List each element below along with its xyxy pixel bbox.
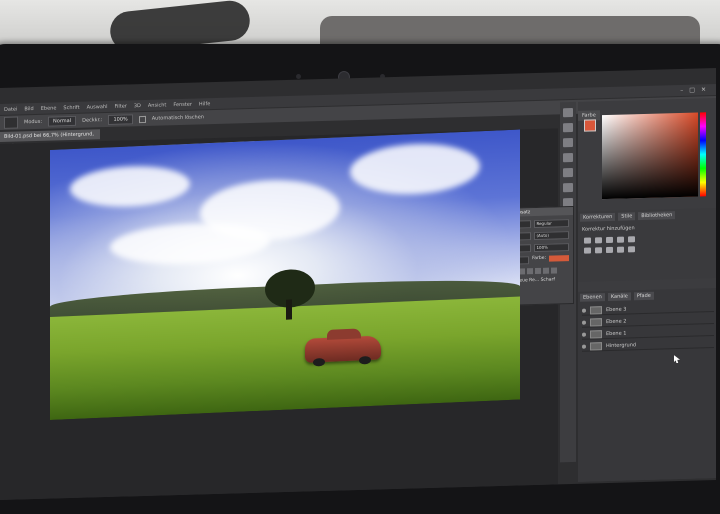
tab-layers[interactable]: Ebenen — [580, 293, 605, 302]
curves-icon[interactable] — [606, 236, 613, 244]
opacity-label: Deckkr.: — [82, 117, 103, 124]
menu-window[interactable]: Fenster — [173, 101, 192, 108]
antialias-select[interactable]: Scharf — [541, 277, 555, 282]
subscript-icon[interactable] — [535, 267, 541, 275]
tab-styles[interactable]: Stile — [618, 212, 636, 221]
right-panel: Farbe Korrekturen Stile Bibliotheken Kor… — [578, 97, 716, 482]
layers-panel: Ebenen Kanäle Pfade Ebene 3 Ebene 2 Eben… — [578, 287, 716, 482]
document-tab[interactable]: Bild-01.psd bei 66,7% (Hintergrund, RGB/… — [0, 129, 100, 150]
black-white-icon[interactable] — [606, 246, 613, 254]
color-picker-field[interactable] — [602, 112, 698, 200]
tree-trunk — [286, 299, 292, 320]
menu-type[interactable]: Schrift — [63, 104, 79, 110]
vibrance-icon[interactable] — [628, 236, 635, 243]
menu-select[interactable]: Auswahl — [87, 103, 108, 110]
mode-label: Modus: — [24, 118, 43, 126]
underline-icon[interactable] — [543, 267, 549, 274]
layer-name: Hintergrund — [606, 341, 637, 349]
menu-3d[interactable]: 3D — [134, 103, 141, 109]
opacity-select[interactable]: 100% — [108, 114, 133, 125]
foreground-color-swatch[interactable] — [584, 119, 596, 132]
brush-tool-icon[interactable] — [563, 167, 573, 178]
menu-view[interactable]: Ansicht — [148, 102, 166, 109]
hue-slider[interactable] — [700, 112, 706, 197]
leading-field[interactable]: (Auto) — [533, 231, 569, 241]
layer-thumbnail — [590, 305, 602, 315]
window-controls: – □ ✕ — [680, 86, 716, 94]
hue-saturation-icon[interactable] — [584, 247, 591, 254]
move-tool-icon[interactable] — [563, 107, 573, 118]
layer-name: Ebene 2 — [606, 318, 627, 325]
color-label: Farbe: — [532, 255, 546, 262]
layer-name: Ebene 1 — [606, 330, 627, 337]
visibility-eye-icon[interactable] — [582, 308, 586, 313]
layer-thumbnail — [590, 341, 602, 351]
auto-erase-label: Automatisch löschen — [151, 114, 204, 122]
auto-erase-checkbox[interactable] — [138, 115, 146, 123]
menu-image[interactable]: Bild — [24, 106, 33, 112]
text-color-swatch[interactable] — [549, 255, 569, 262]
tool-preset-icon[interactable] — [4, 116, 18, 129]
menu-filter[interactable]: Filter — [114, 103, 126, 109]
lasso-tool-icon[interactable] — [563, 137, 573, 148]
tab-paths[interactable]: Pfade — [633, 291, 654, 301]
scale-field[interactable]: 100% — [533, 243, 569, 253]
tab-libraries[interactable]: Bibliotheken — [638, 211, 676, 221]
old-car — [305, 328, 381, 367]
adjustments-panel: Korrekturen Stile Bibliotheken Korrektur… — [578, 207, 716, 282]
font-style-select[interactable]: Regular — [533, 219, 569, 229]
color-balance-icon[interactable] — [595, 247, 602, 254]
layer-thumbnail — [590, 317, 602, 327]
superscript-icon[interactable] — [527, 268, 533, 275]
strikethrough-icon[interactable] — [551, 267, 557, 274]
layer-thumbnail — [590, 329, 602, 339]
type-tool-icon[interactable] — [563, 182, 573, 193]
mode-select[interactable]: Normal — [48, 115, 77, 127]
close-button[interactable]: ✕ — [701, 86, 706, 93]
car-roof — [327, 328, 361, 340]
brightness-icon[interactable] — [584, 237, 591, 244]
canvas-image[interactable] — [50, 129, 520, 420]
maximize-button[interactable]: □ — [689, 87, 695, 94]
crop-tool-icon[interactable] — [563, 152, 573, 163]
visibility-eye-icon[interactable] — [582, 320, 586, 325]
menu-file[interactable]: Datei — [4, 106, 17, 112]
levels-icon[interactable] — [595, 237, 602, 244]
visibility-eye-icon[interactable] — [582, 344, 586, 349]
marquee-tool-icon[interactable] — [563, 122, 573, 133]
grass-field — [50, 296, 520, 420]
sensor-icon — [296, 74, 301, 79]
exposure-icon[interactable] — [617, 236, 624, 243]
tab-channels[interactable]: Kanäle — [607, 292, 631, 302]
menu-help[interactable]: Hilfe — [199, 101, 210, 107]
photo-filter-icon[interactable] — [617, 246, 624, 253]
channel-mixer-icon[interactable] — [628, 246, 635, 253]
menu-layer[interactable]: Ebene — [41, 105, 57, 111]
visibility-eye-icon[interactable] — [582, 332, 586, 337]
tab-adjustments[interactable]: Korrekturen — [580, 212, 616, 222]
layer-name: Ebene 3 — [606, 306, 627, 313]
minimize-button[interactable]: – — [680, 87, 683, 94]
layer-row[interactable]: Hintergrund — [582, 338, 714, 352]
